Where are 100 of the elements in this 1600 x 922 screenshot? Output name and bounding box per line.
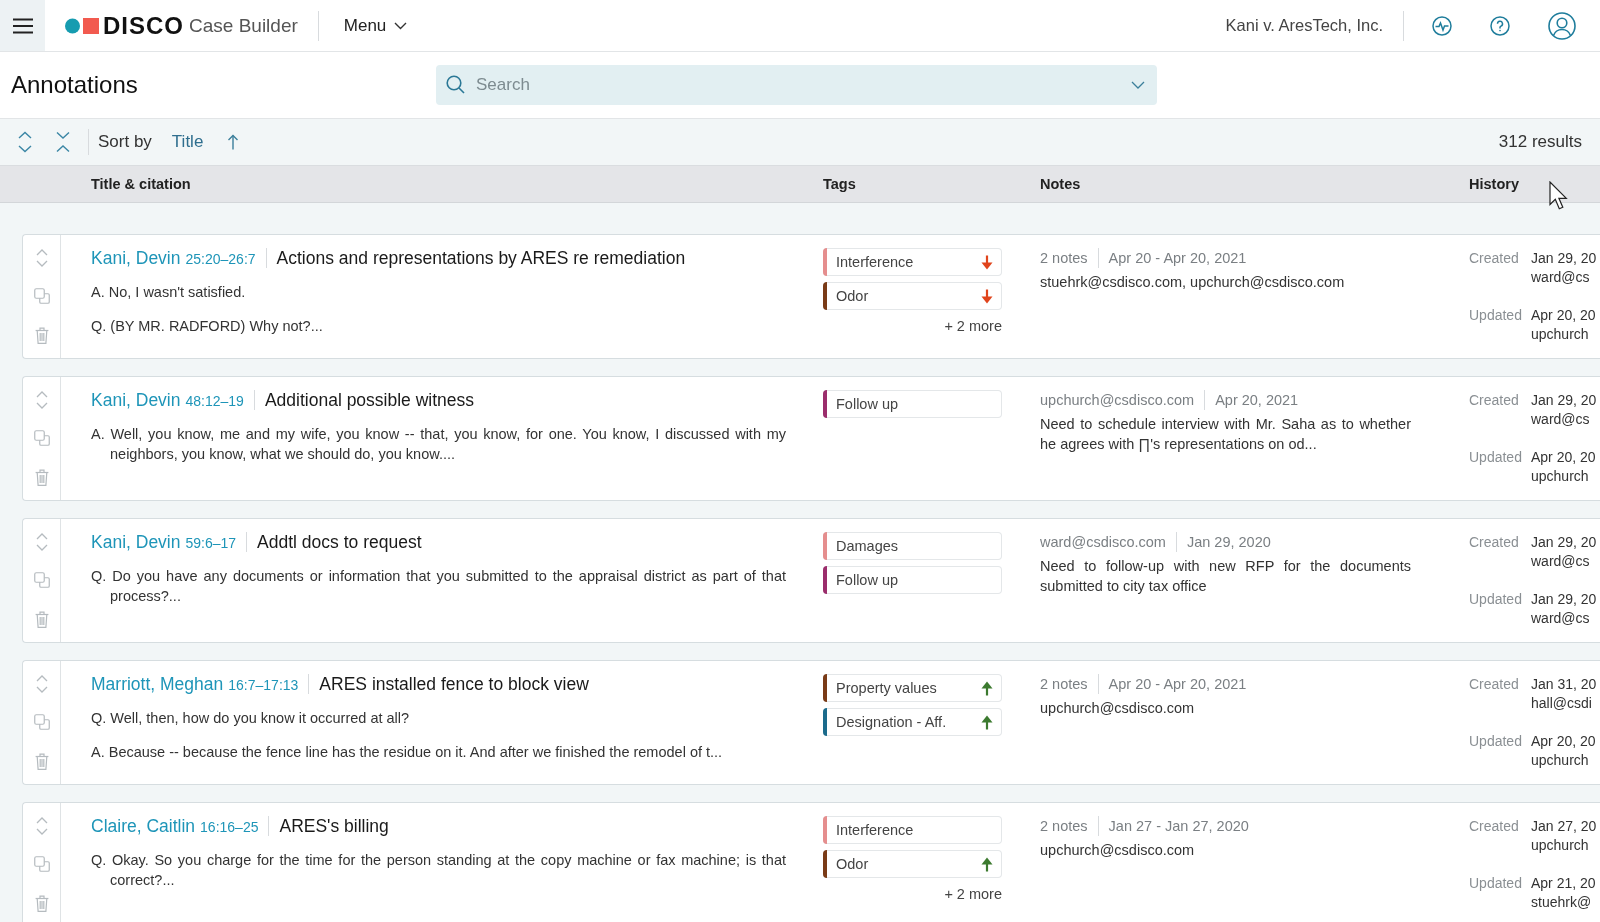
- history-label: Created: [1469, 533, 1520, 552]
- copy-icon[interactable]: [33, 288, 50, 304]
- results-count: 312 results: [1498, 132, 1582, 152]
- deponent-link[interactable]: Claire, Caitlin: [91, 814, 196, 838]
- copy-icon[interactable]: [33, 856, 50, 872]
- note-summary: 2 notes: [1040, 818, 1088, 834]
- tag-label: Odor: [836, 856, 870, 872]
- history-label: Created: [1469, 391, 1520, 410]
- excerpt-text: A. Well, you know, me and my wife, you know -- that, you know, for one. You know, I discussed with my neighbors, you know, what we should do, you know....: [91, 425, 786, 464]
- tag-label: Interference: [836, 822, 915, 838]
- note-summary: 2 notes: [1040, 250, 1088, 266]
- column-header: Notes: [1040, 176, 1082, 192]
- citation-text: 48:12–19: [185, 392, 244, 411]
- citation-text: 16:16–25: [200, 818, 259, 837]
- history-user: ward@cs: [1531, 609, 1590, 628]
- more-tags-link[interactable]: + 2 more: [944, 884, 1002, 904]
- deponent-link[interactable]: Kani, Devin: [91, 388, 181, 412]
- brand-name: DISCO: [103, 11, 184, 40]
- note-text: upchurch@csdisco.com: [1040, 699, 1196, 718]
- trash-icon[interactable]: [34, 895, 49, 912]
- note-summary: upchurch@csdisco.com: [1040, 392, 1195, 408]
- note-date: Apr 20, 2021: [1215, 392, 1299, 408]
- tag-label: Damages: [836, 538, 900, 554]
- citation-text: 25:20–26:7: [185, 250, 256, 269]
- note-text: stuehrk@csdisco.com, upchurch@csdisco.com: [1040, 273, 1346, 292]
- activity-icon[interactable]: [1432, 15, 1452, 36]
- history-user: stuehrk@: [1531, 893, 1592, 912]
- deponent-link[interactable]: Kani, Devin: [91, 530, 181, 554]
- note-summary: ward@csdisco.com: [1040, 534, 1166, 550]
- history-label: Updated: [1469, 590, 1523, 609]
- arrow-up-icon[interactable]: [227, 134, 240, 150]
- annotation-title: Actions and representations by ARES re remediation: [276, 247, 686, 270]
- more-tags-link[interactable]: + 2 more: [944, 316, 1002, 336]
- citation-text: 59:6–17: [185, 534, 237, 553]
- product-name: Case Builder: [189, 14, 298, 37]
- trash-icon[interactable]: [34, 753, 49, 770]
- expand-collapse-icon[interactable]: [35, 248, 48, 268]
- annotation-title: ARES's billing: [279, 815, 389, 838]
- note-date: Jan 27 - Jan 27, 2020: [1108, 818, 1249, 834]
- history-date: Apr 21, 20: [1531, 874, 1596, 893]
- note-date: Apr 20 - Apr 20, 2021: [1108, 250, 1247, 266]
- deponent-link[interactable]: Marriott, Meghan: [91, 672, 224, 696]
- expand-collapse-icon[interactable]: [35, 390, 48, 410]
- tag-label: Interference: [836, 254, 915, 270]
- copy-icon[interactable]: [33, 572, 50, 588]
- sort-field-button[interactable]: Title: [171, 132, 204, 152]
- caret-icon: [394, 21, 408, 30]
- annotation-title: ARES installed fence to block view: [319, 673, 589, 696]
- history-label: Updated: [1469, 732, 1523, 751]
- history-date: Apr 20, 20: [1531, 448, 1596, 467]
- tag-label: Designation - Aff.: [836, 714, 948, 730]
- tag-label: Follow up: [836, 572, 900, 588]
- menu-button[interactable]: [0, 0, 45, 51]
- trash-icon[interactable]: [34, 469, 49, 486]
- excerpt-text: A. No, I wasn't satisfied.: [91, 283, 247, 302]
- column-header: Title & citation: [91, 176, 192, 192]
- note-text: upchurch@csdisco.com: [1040, 841, 1196, 860]
- history-user: ward@cs: [1531, 410, 1590, 429]
- excerpt-text: Q. Okay. So you charge for the time for the person standing at the copy machine or fax machine; is that correct?...: [91, 851, 786, 890]
- expand-collapse-icon[interactable]: [35, 816, 48, 836]
- history-user: ward@cs: [1531, 268, 1590, 287]
- history-user: ward@cs: [1531, 552, 1590, 571]
- history-date: Jan 29, 20: [1531, 590, 1597, 609]
- expand-all-icon[interactable]: [18, 131, 32, 153]
- menu-dropdown[interactable]: Menu: [335, 7, 416, 44]
- deponent-link[interactable]: Kani, Devin: [91, 246, 181, 270]
- excerpt-text: Q. Do you have any documents or information that you submitted to the appraisal district as part of that process?...: [91, 567, 786, 606]
- excerpt-text: Q. (BY MR. RADFORD) Why not?...: [91, 317, 324, 336]
- search-field[interactable]: Search: [436, 65, 1157, 105]
- history-date: Jan 29, 20: [1531, 391, 1597, 410]
- copy-icon[interactable]: [33, 430, 50, 446]
- search-icon: [446, 75, 465, 94]
- caret-icon[interactable]: [1131, 81, 1145, 89]
- history-user: upchurch: [1531, 836, 1589, 855]
- mouse-pointer-icon: [1549, 181, 1569, 211]
- note-date: Apr 20 - Apr 20, 2021: [1108, 676, 1247, 692]
- excerpt-text: Q. Well, then, how do you know it occurred at all?: [91, 709, 411, 728]
- column-header: Tags: [823, 176, 857, 192]
- trash-icon[interactable]: [34, 327, 49, 344]
- history-label: Updated: [1469, 448, 1523, 467]
- expand-collapse-icon[interactable]: [35, 532, 48, 552]
- user-avatar-icon[interactable]: [1548, 11, 1576, 40]
- history-date: Apr 20, 20: [1531, 732, 1596, 751]
- sort-label: Sort by: [98, 132, 152, 152]
- note-text: Need to schedule interview with Mr. Saha as to whether he agrees with ∏'s representations on od...: [1040, 415, 1411, 454]
- history-user: upchurch: [1531, 751, 1589, 770]
- tag-label: Odor: [836, 288, 870, 304]
- trash-icon[interactable]: [34, 611, 49, 628]
- help-icon[interactable]: [1490, 15, 1510, 36]
- history-label: Created: [1469, 249, 1520, 268]
- history-user: upchurch: [1531, 325, 1589, 344]
- expand-collapse-icon[interactable]: [35, 674, 48, 694]
- menu-icon: [12, 17, 33, 34]
- copy-icon[interactable]: [33, 714, 50, 730]
- history-user: upchurch: [1531, 467, 1589, 486]
- collapse-all-icon[interactable]: [56, 131, 70, 153]
- logo-icon: [65, 17, 99, 34]
- annotation-title: Additional possible witness: [264, 389, 475, 412]
- column-header: History: [1469, 176, 1519, 192]
- citation-text: 16:7–17:13: [228, 676, 299, 695]
